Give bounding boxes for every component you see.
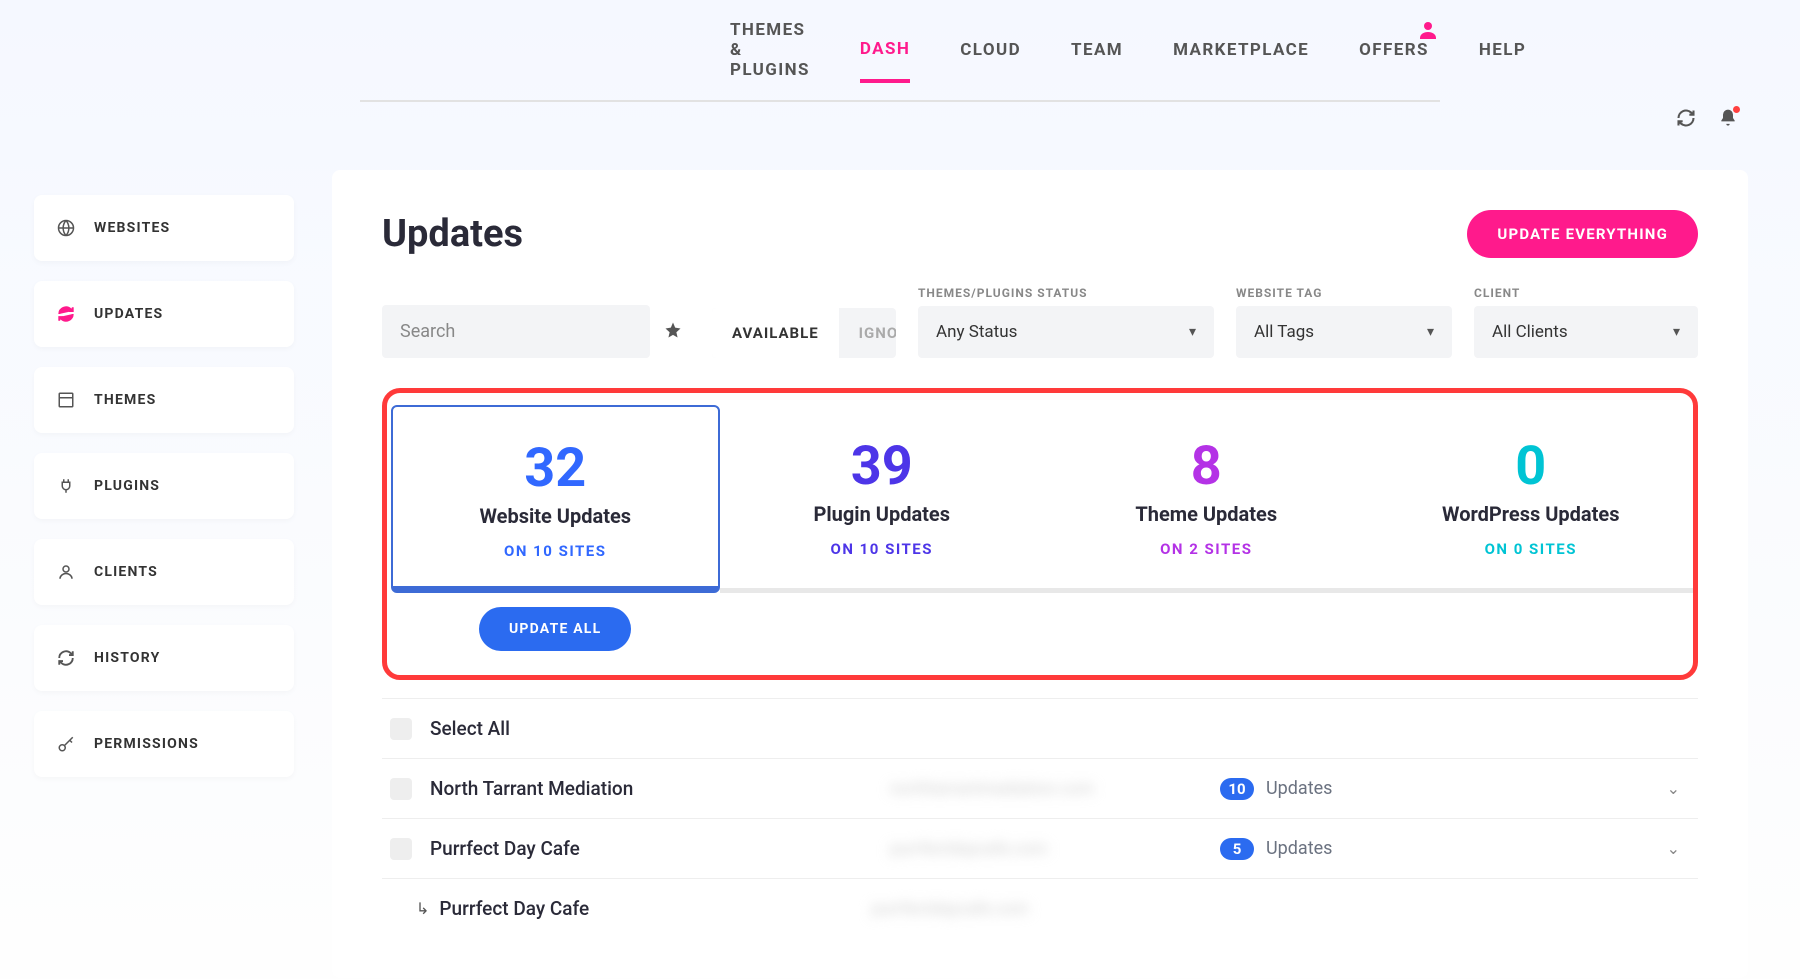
stat-count: 32 [403,437,708,500]
expand-row-icon[interactable]: ⌄ [1657,839,1690,858]
sidebar-item-updates[interactable]: UPDATES [34,281,294,347]
updates-label: Updates [1266,838,1332,859]
client-select[interactable]: All Clients ▾ [1474,306,1698,358]
sidebar-item-websites[interactable]: WEBSITES [34,195,294,261]
sidebar-item-history[interactable]: HISTORY [34,625,294,691]
globe-icon [56,219,76,237]
top-right-tools [1676,108,1738,132]
chevron-down-icon: ▾ [1673,324,1680,340]
star-icon[interactable] [656,317,690,347]
checkbox-select-all[interactable] [390,718,412,740]
sidebar: WEBSITES UPDATES THEMES PLUGINS CLIENTS … [34,195,294,797]
layout-icon [56,391,76,409]
sub-site-url: purrfectdaycafe.com [871,899,1201,919]
main-panel: Updates UPDATE EVERYTHING AVAILABLE IGNO… [332,170,1748,978]
sidebar-label: CLIENTS [94,564,158,580]
nav-cloud[interactable]: CLOUD [960,40,1021,80]
key-icon [56,735,76,753]
stat-card-theme[interactable]: 8 Theme Updates ON 2 SITES [1044,405,1369,593]
history-icon [56,649,76,667]
site-row[interactable]: North Tarrant Mediation northtarrantmedi… [382,759,1698,819]
stat-card-plugin[interactable]: 39 Plugin Updates ON 10 SITES [720,405,1045,593]
stat-card-wordpress[interactable]: 0 WordPress Updates ON 0 SITES [1369,405,1694,593]
site-name: Purrfect Day Cafe [430,837,890,860]
tag-value: All Tags [1254,322,1314,342]
sidebar-label: THEMES [94,392,156,408]
stats-highlight-box: 32 Website Updates ON 10 SITES 39 Plugin… [382,388,1698,680]
sub-arrow-icon: ↳ [416,899,429,918]
stat-title: Website Updates [403,504,708,528]
client-filter-label: CLIENT [1474,286,1698,300]
stat-card-website[interactable]: 32 Website Updates ON 10 SITES [391,405,720,593]
refresh-icon [56,305,76,323]
availability-toggle: AVAILABLE IGNORED [712,308,896,358]
select-all-row: Select All [382,698,1698,759]
stats-row: 32 Website Updates ON 10 SITES 39 Plugin… [387,405,1693,593]
update-all-button[interactable]: UPDATE ALL [479,607,631,651]
nav-offers[interactable]: OFFERS [1359,40,1429,80]
stat-title: Plugin Updates [730,502,1035,526]
stat-count: 8 [1054,435,1359,498]
updates-count-badge: 10 [1220,778,1254,800]
tag-filter-label: WEBSITE TAG [1236,286,1452,300]
site-sub-row: ↳ Purrfect Day Cafe purrfectdaycafe.com [382,879,1698,938]
stat-sub: ON 2 SITES [1054,540,1359,558]
nav-help[interactable]: HELP [1479,40,1526,80]
select-all-label: Select All [430,717,890,740]
status-filter-label: THEMES/PLUGINS STATUS [918,286,1214,300]
toggle-available[interactable]: AVAILABLE [712,308,839,358]
sidebar-item-permissions[interactable]: PERMISSIONS [34,711,294,777]
stat-count: 0 [1379,435,1684,498]
sidebar-label: WEBSITES [94,220,170,236]
bell-icon[interactable] [1718,108,1738,132]
site-name: North Tarrant Mediation [430,777,890,800]
sidebar-item-plugins[interactable]: PLUGINS [34,453,294,519]
sub-site-name: Purrfect Day Cafe [439,897,871,920]
stat-sub: ON 10 SITES [730,540,1035,558]
chevron-down-icon: ▾ [1189,324,1196,340]
checkbox[interactable] [390,838,412,860]
nav-themes-plugins[interactable]: THEMES & PLUGINS [730,20,810,100]
refresh-icon[interactable] [1676,108,1696,132]
updates-count-badge: 5 [1220,838,1254,860]
stat-title: Theme Updates [1054,502,1359,526]
sidebar-item-themes[interactable]: THEMES [34,367,294,433]
tag-select[interactable]: All Tags ▾ [1236,306,1452,358]
site-url: purrfectdaycafe.com [890,839,1220,859]
nav-marketplace[interactable]: MARKETPLACE [1173,40,1309,80]
stat-count: 39 [730,435,1035,498]
updates-label: Updates [1266,778,1332,799]
search-group [382,305,690,358]
sidebar-item-clients[interactable]: CLIENTS [34,539,294,605]
site-row[interactable]: Purrfect Day Cafe purrfectdaycafe.com 5 … [382,819,1698,879]
filter-row: AVAILABLE IGNORED THEMES/PLUGINS STATUS … [382,286,1698,358]
toggle-ignored[interactable]: IGNORED [839,308,896,358]
sidebar-label: PLUGINS [94,478,160,494]
plug-icon [56,477,76,495]
sidebar-label: PERMISSIONS [94,736,199,752]
nav-team[interactable]: TEAM [1071,40,1123,80]
stat-sub: ON 0 SITES [1379,540,1684,558]
notification-dot [1733,106,1740,113]
status-value: Any Status [936,322,1017,342]
user-icon [56,563,76,581]
site-url: northtarrantmediation.com [890,779,1220,799]
chevron-down-icon: ▾ [1427,324,1434,340]
stat-title: WordPress Updates [1379,502,1684,526]
sidebar-label: UPDATES [94,306,163,322]
update-everything-button[interactable]: UPDATE EVERYTHING [1467,210,1698,258]
expand-row-icon[interactable]: ⌄ [1657,779,1690,798]
status-select[interactable]: Any Status ▾ [918,306,1214,358]
sidebar-label: HISTORY [94,650,160,666]
user-account-icon[interactable] [1416,18,1440,46]
top-nav: THEMES & PLUGINS DASH CLOUD TEAM MARKETP… [360,0,1440,102]
client-value: All Clients [1492,322,1568,342]
nav-dash[interactable]: DASH [860,39,910,83]
page-title: Updates [382,212,523,256]
stat-sub: ON 10 SITES [403,542,708,560]
checkbox[interactable] [390,778,412,800]
search-input[interactable] [382,305,650,358]
